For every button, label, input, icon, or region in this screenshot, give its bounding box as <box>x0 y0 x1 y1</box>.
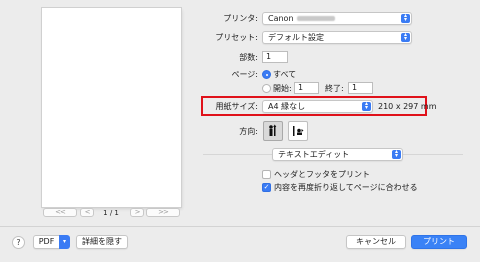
rewrap-checkbox[interactable]: ✓ <box>262 183 271 192</box>
copies-label: 部数: <box>239 53 258 62</box>
pages-to-label: 終了: <box>325 84 344 93</box>
pdf-button[interactable]: PDF <box>33 235 60 249</box>
prev-page-button[interactable]: < <box>80 208 94 217</box>
print-dialog: << < 1 / 1 > >> プリンタ: Canon ▴ ▾ プリセット: デフ… <box>0 0 480 262</box>
printer-model-redacted <box>296 16 335 21</box>
pages-all-label: すべて <box>273 70 297 79</box>
printer-label: プリンタ: <box>223 14 258 23</box>
pages-range-radio[interactable] <box>262 84 271 93</box>
printer-value: Canon <box>268 14 294 23</box>
cancel-button[interactable]: キャンセル <box>346 235 406 249</box>
chevron-updown-icon: ▴ ▾ <box>392 149 401 159</box>
printer-popup[interactable]: Canon ▴ ▾ <box>262 12 412 25</box>
first-page-button[interactable]: << <box>43 208 77 217</box>
last-page-button[interactable]: >> <box>146 208 180 217</box>
header-footer-label: ヘッダとフッタをプリント <box>274 170 370 179</box>
portrait-orientation-icon <box>269 124 277 136</box>
pages-from-field[interactable]: 1 <box>294 82 319 94</box>
pages-to-field[interactable]: 1 <box>348 82 373 94</box>
preset-popup[interactable]: デフォルト設定 ▴ ▾ <box>262 31 412 44</box>
orientation-landscape-button[interactable] <box>288 121 308 141</box>
landscape-orientation-icon <box>293 126 304 136</box>
preset-value: デフォルト設定 <box>268 33 324 42</box>
rewrap-label: 内容を再度折り返してページに合わせる <box>274 183 418 192</box>
app-section-value: テキストエディット <box>278 150 350 159</box>
print-button[interactable]: プリント <box>411 235 467 249</box>
paper-size-popup[interactable]: A4 縁なし ▴ ▾ <box>262 100 373 113</box>
chevron-updown-icon: ▴ ▾ <box>401 32 410 42</box>
paper-size-label: 用紙サイズ: <box>215 102 258 111</box>
app-section-popup[interactable]: テキストエディット ▴ ▾ <box>272 148 403 161</box>
orientation-label: 方向: <box>239 127 258 136</box>
paper-size-value: A4 縁なし <box>268 102 306 111</box>
copies-field[interactable]: 1 <box>262 51 288 63</box>
chevron-updown-icon: ▴ ▾ <box>362 101 371 111</box>
orientation-portrait-button[interactable] <box>263 121 283 141</box>
next-page-button[interactable]: > <box>130 208 144 217</box>
pdf-menu-chevron-icon[interactable]: ▾ <box>59 235 70 249</box>
footer-divider <box>0 226 480 227</box>
header-footer-checkbox[interactable] <box>262 170 271 179</box>
hide-details-button[interactable]: 詳細を隠す <box>76 235 128 249</box>
chevron-updown-icon: ▴ ▾ <box>401 13 410 23</box>
help-button[interactable]: ? <box>12 236 25 249</box>
page-indicator: 1 / 1 <box>103 209 119 217</box>
page-preview <box>42 8 181 207</box>
preset-label: プリセット: <box>215 33 258 42</box>
pages-all-radio[interactable] <box>262 70 271 79</box>
pages-label: ページ: <box>231 70 258 79</box>
pages-from-label: 開始: <box>273 84 292 93</box>
paper-dimensions: 210 x 297 mm <box>378 102 437 111</box>
